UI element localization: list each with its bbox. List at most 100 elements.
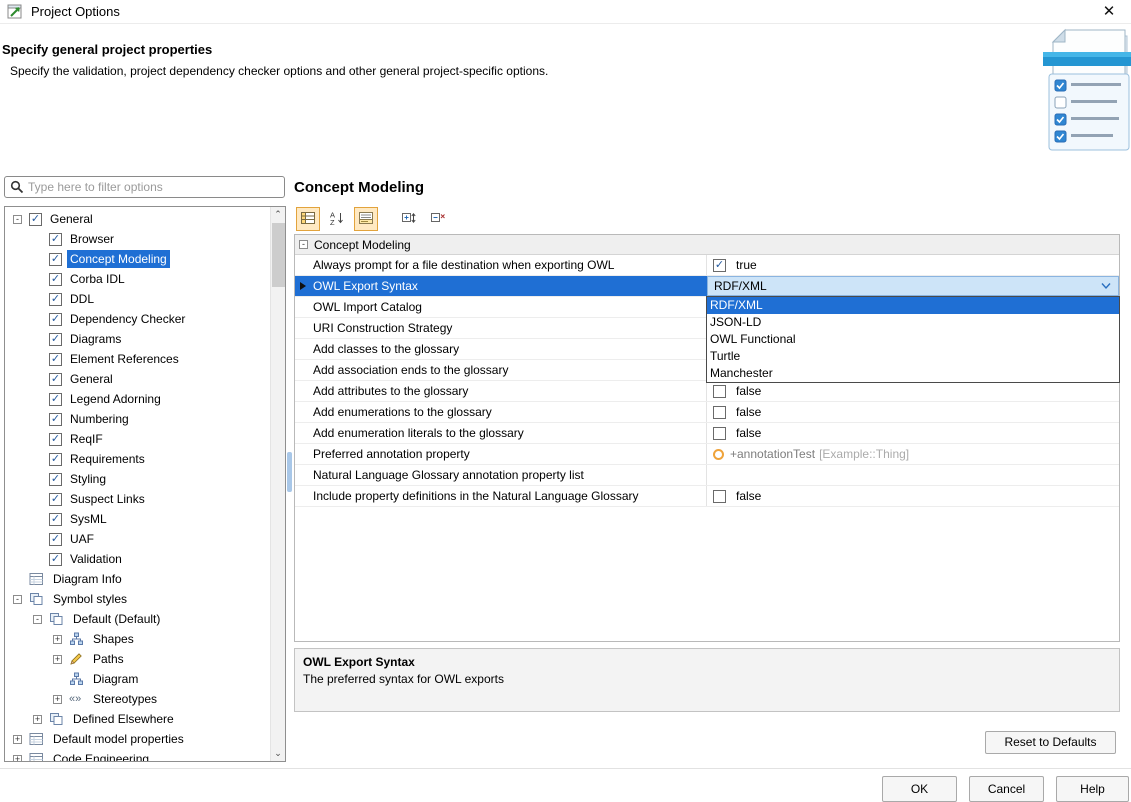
tree-item-checkbox[interactable]: ✓	[29, 213, 42, 226]
property-row-include-property-definitions-in-the-natural-language-glossary[interactable]: Include property definitions in the Natu…	[295, 486, 1119, 507]
tree-item-numbering[interactable]: ✓Numbering	[5, 409, 270, 429]
tree-item-checkbox[interactable]: ✓	[49, 533, 62, 546]
collapse-toggle-icon[interactable]: -	[13, 215, 22, 224]
tree-item-checkbox[interactable]: ✓	[49, 333, 62, 346]
property-value[interactable]: false	[707, 486, 1119, 506]
tree-item-stereotypes[interactable]: +«»Stereotypes	[5, 689, 270, 709]
tree-item-sysml[interactable]: ✓SysML	[5, 509, 270, 529]
tree-item-validation[interactable]: ✓Validation	[5, 549, 270, 569]
tree-item-checkbox[interactable]: ✓	[49, 273, 62, 286]
tree-item-checkbox[interactable]: ✓	[49, 453, 62, 466]
tree-item-symbol-styles[interactable]: -Symbol styles	[5, 589, 270, 609]
tree-item-code-engineering[interactable]: +Code Engineering	[5, 749, 270, 762]
tree-item-checkbox[interactable]: ✓	[49, 313, 62, 326]
tree-item-checkbox[interactable]: ✓	[49, 433, 62, 446]
property-row-add-enumerations-to-the-glossary[interactable]: Add enumerations to the glossaryfalse	[295, 402, 1119, 423]
dropdown-option-turtle[interactable]: Turtle	[707, 348, 1119, 365]
tree-item-checkbox[interactable]: ✓	[49, 373, 62, 386]
group-collapse-icon[interactable]: -	[299, 240, 308, 249]
tree-item-ddl[interactable]: ✓DDL	[5, 289, 270, 309]
expand-all-button[interactable]	[397, 207, 421, 231]
tree-item-paths[interactable]: +Paths	[5, 649, 270, 669]
tree-item-checkbox[interactable]: ✓	[49, 513, 62, 526]
property-value[interactable]: RDF/XML	[707, 276, 1119, 296]
tree-item-diagram-info[interactable]: Diagram Info	[5, 569, 270, 589]
dropdown-option-json-ld[interactable]: JSON-LD	[707, 314, 1119, 331]
value-checkbox[interactable]	[713, 427, 726, 440]
property-row-add-enumeration-literals-to-the-glossary[interactable]: Add enumeration literals to the glossary…	[295, 423, 1119, 444]
tree-item-corba-idl[interactable]: ✓Corba IDL	[5, 269, 270, 289]
expand-toggle-icon[interactable]: +	[53, 635, 62, 644]
tree-item-checkbox[interactable]: ✓	[49, 393, 62, 406]
tree-item-dependency-checker[interactable]: ✓Dependency Checker	[5, 309, 270, 329]
collapse-all-button[interactable]	[426, 207, 450, 231]
expand-toggle-icon[interactable]: +	[33, 715, 42, 724]
tree-item-diagrams[interactable]: ✓Diagrams	[5, 329, 270, 349]
collapse-toggle-icon[interactable]: -	[33, 615, 42, 624]
tree-item-general[interactable]: ✓General	[5, 369, 270, 389]
tree-item-concept-modeling[interactable]: ✓Concept Modeling	[5, 249, 270, 269]
help-button[interactable]: Help	[1056, 776, 1129, 802]
tree-item-checkbox[interactable]: ✓	[49, 493, 62, 506]
dropdown-option-owl-functional[interactable]: OWL Functional	[707, 331, 1119, 348]
value-checkbox[interactable]	[713, 406, 726, 419]
tree-item-requirements[interactable]: ✓Requirements	[5, 449, 270, 469]
scrollbar-thumb[interactable]	[272, 223, 285, 287]
tree-item-suspect-links[interactable]: ✓Suspect Links	[5, 489, 270, 509]
tree-item-general[interactable]: -✓General	[5, 209, 270, 229]
property-row-always-prompt-for-a-file-destination-when-exporting-owl[interactable]: Always prompt for a file destination whe…	[295, 255, 1119, 276]
property-value[interactable]: false	[707, 381, 1119, 401]
tree-item-shapes[interactable]: +Shapes	[5, 629, 270, 649]
tree-item-checkbox[interactable]: ✓	[49, 353, 62, 366]
tree-item-element-references[interactable]: ✓Element References	[5, 349, 270, 369]
dropdown-option-rdf-xml[interactable]: RDF/XML	[707, 297, 1119, 314]
tree-item-uaf[interactable]: ✓UAF	[5, 529, 270, 549]
property-row-owl-export-syntax[interactable]: OWL Export SyntaxRDF/XML	[295, 276, 1119, 297]
sort-alphabetically-button[interactable]: AZ	[325, 207, 349, 231]
value-checkbox[interactable]: ✓	[713, 259, 726, 272]
property-value[interactable]: false	[707, 423, 1119, 443]
property-row-preferred-annotation-property[interactable]: Preferred annotation property+annotation…	[295, 444, 1119, 465]
show-description-button[interactable]	[354, 207, 378, 231]
tree-item-checkbox[interactable]: ✓	[49, 553, 62, 566]
property-value[interactable]: false	[707, 402, 1119, 422]
categorized-view-button[interactable]	[296, 207, 320, 231]
tree-item-reqif[interactable]: ✓ReqIF	[5, 429, 270, 449]
property-value[interactable]: +annotationTest[Example::Thing]	[707, 444, 1119, 464]
expand-toggle-icon[interactable]: +	[53, 655, 62, 664]
value-checkbox[interactable]	[713, 385, 726, 398]
tree-item-checkbox[interactable]: ✓	[49, 253, 62, 266]
expand-toggle-icon[interactable]: +	[13, 755, 22, 763]
panel-splitter-handle[interactable]	[287, 452, 292, 492]
collapse-toggle-icon[interactable]: -	[13, 595, 22, 604]
tree-item-default-model-properties[interactable]: +Default model properties	[5, 729, 270, 749]
property-value[interactable]	[707, 465, 1119, 485]
tree-item-checkbox[interactable]: ✓	[49, 233, 62, 246]
expand-toggle-icon[interactable]: +	[13, 735, 22, 744]
filter-options-input[interactable]	[28, 180, 284, 194]
property-group-header[interactable]: - Concept Modeling	[295, 235, 1119, 255]
expand-toggle-icon[interactable]: +	[53, 695, 62, 704]
tree-item-legend-adorning[interactable]: ✓Legend Adorning	[5, 389, 270, 409]
tree-item-checkbox[interactable]: ✓	[49, 413, 62, 426]
reset-to-defaults-button[interactable]: Reset to Defaults	[985, 731, 1116, 754]
cancel-button[interactable]: Cancel	[969, 776, 1044, 802]
ok-button[interactable]: OK	[882, 776, 957, 802]
scroll-up-icon[interactable]: ⌃	[271, 207, 285, 222]
chevron-down-icon[interactable]	[1100, 282, 1112, 290]
property-value[interactable]: ✓true	[707, 255, 1119, 275]
property-row-add-attributes-to-the-glossary[interactable]: Add attributes to the glossaryfalse	[295, 381, 1119, 402]
tree-item-checkbox[interactable]: ✓	[49, 473, 62, 486]
scroll-down-icon[interactable]: ⌄	[271, 746, 285, 761]
tree-item-styling[interactable]: ✓Styling	[5, 469, 270, 489]
property-row-natural-language-glossary-annotation-property-list[interactable]: Natural Language Glossary annotation pro…	[295, 465, 1119, 486]
tree-item-browser[interactable]: ✓Browser	[5, 229, 270, 249]
dropdown-option-manchester[interactable]: Manchester	[707, 365, 1119, 382]
tree-item-diagram[interactable]: Diagram	[5, 669, 270, 689]
value-checkbox[interactable]	[713, 490, 726, 503]
tree-item-defined-elsewhere[interactable]: +Defined Elsewhere	[5, 709, 270, 729]
tree-scrollbar[interactable]: ⌃ ⌄	[270, 207, 285, 761]
owl-export-syntax-combobox[interactable]: RDF/XML	[707, 276, 1119, 296]
tree-item-checkbox[interactable]: ✓	[49, 293, 62, 306]
tree-item-default-default[interactable]: -Default (Default)	[5, 609, 270, 629]
